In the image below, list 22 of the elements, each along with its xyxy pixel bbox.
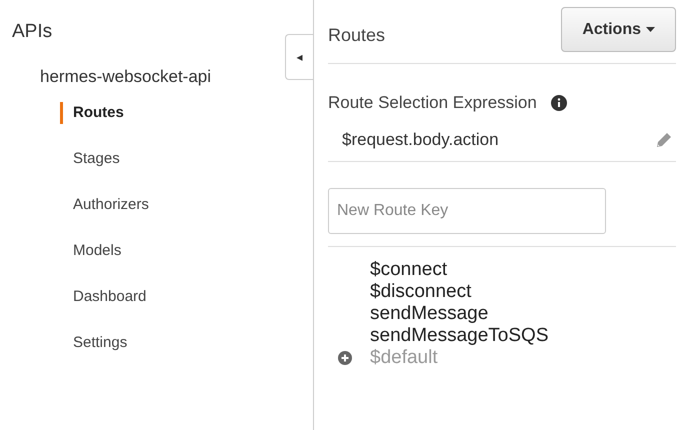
sidebar-title: APIs [12,20,52,44]
api-name[interactable]: hermes-websocket-api [40,66,212,88]
route-item[interactable]: $connect [370,258,448,280]
sidebar-item[interactable]: Dashboard [60,286,146,308]
sidebar-item[interactable]: Settings [60,332,128,354]
pencil-icon[interactable] [656,132,672,148]
sidebar-item[interactable]: Models [60,240,122,262]
caret-icon [646,27,655,32]
plus-circle-icon[interactable] [338,350,352,364]
actions-button[interactable]: Actions [561,7,676,52]
route-item[interactable]: sendMessage [370,302,488,324]
field-label: Route Selection Expression [328,92,537,114]
collapse-toggle[interactable]: ◂ [285,34,313,80]
page-title: Routes [328,24,386,47]
expression-value: $request.body.action [342,129,499,152]
info-icon[interactable] [550,94,567,111]
route-item[interactable]: $disconnect [370,280,472,302]
sidebar-item[interactable]: Stages [60,148,120,170]
sidebar-item[interactable]: Routes [60,102,124,124]
route-item[interactable]: sendMessageToSQS [370,324,548,346]
sidebar-item[interactable]: Authorizers [60,194,149,216]
new-route-key-field[interactable]: New Route Key [328,188,606,234]
